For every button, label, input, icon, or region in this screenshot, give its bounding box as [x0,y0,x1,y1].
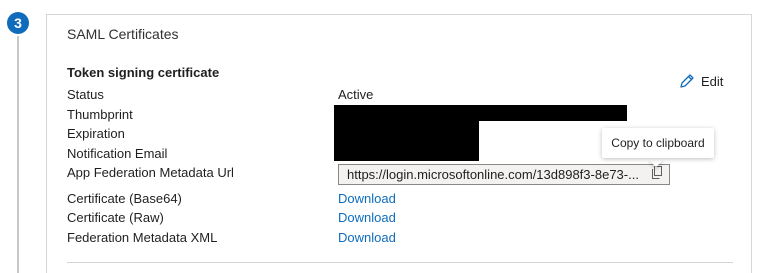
certificate-raw-download-link[interactable]: Download [338,210,396,225]
saml-certificates-page: 3 SAML Certificates Token signing certif… [0,0,764,273]
expiration-label: Expiration [67,126,125,141]
certificate-base64-label: Certificate (Base64) [67,191,182,206]
edit-label: Edit [701,73,724,89]
app-federation-metadata-url-label: App Federation Metadata Url [67,165,234,180]
status-value: Active [338,87,374,102]
section-title: SAML Certificates [67,26,179,42]
certificate-base64-download-link[interactable]: Download [338,191,396,206]
saml-certificates-card: SAML Certificates Token signing certific… [46,14,752,273]
section-divider [67,262,733,263]
thumbprint-label: Thumbprint [67,107,133,122]
step-number-badge: 3 [7,12,29,34]
federation-metadata-xml-download-link[interactable]: Download [338,230,396,245]
edit-button[interactable]: Edit [679,73,723,89]
copy-icon [651,165,663,184]
step-connector-line [17,36,19,273]
copy-to-clipboard-tooltip: Copy to clipboard [602,128,714,158]
app-federation-metadata-url-value: https://login.microsoftonline.com/13d898… [347,167,639,182]
copy-to-clipboard-button[interactable] [649,166,665,183]
app-federation-metadata-url-field[interactable]: https://login.microsoftonline.com/13d898… [338,164,670,185]
federation-metadata-xml-label: Federation Metadata XML [67,230,218,245]
expiration-email-redaction [334,119,479,161]
notification-email-label: Notification Email [67,146,168,161]
certificate-raw-label: Certificate (Raw) [67,210,164,225]
pencil-icon [679,73,695,89]
token-signing-certificate-heading: Token signing certificate [67,65,220,80]
status-label: Status [67,87,104,102]
